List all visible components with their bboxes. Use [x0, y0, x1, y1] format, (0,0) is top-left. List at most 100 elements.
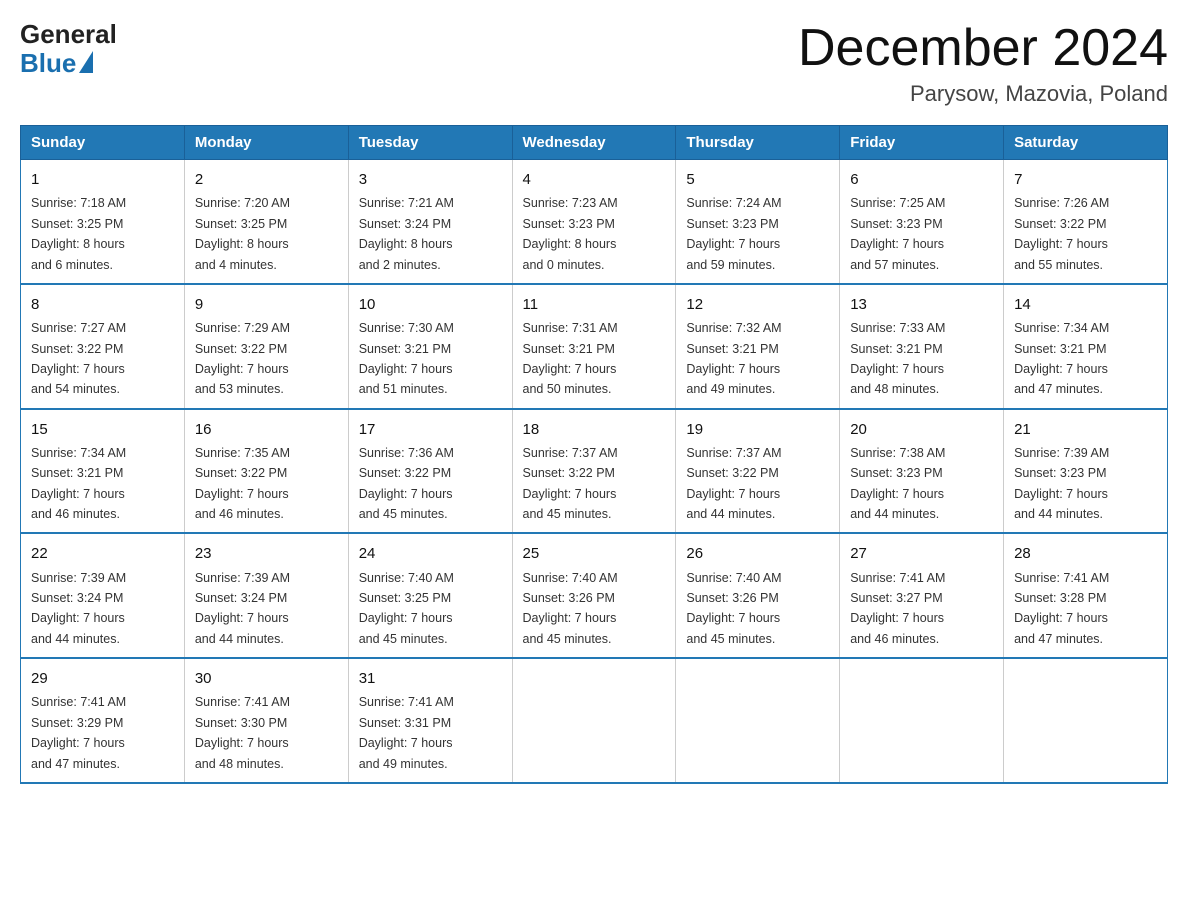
- day-number: 7: [1014, 168, 1157, 191]
- calendar-cell: 12 Sunrise: 7:32 AMSunset: 3:21 PMDayligh…: [676, 284, 840, 409]
- day-info: Sunrise: 7:24 AMSunset: 3:23 PMDaylight:…: [686, 196, 781, 271]
- calendar-cell: 24Sunrise: 7:40 AMSunset: 3:25 PMDayligh…: [348, 533, 512, 658]
- day-number: 5: [686, 168, 829, 191]
- weekday-header-friday: Friday: [840, 126, 1004, 160]
- calendar-cell: [512, 658, 676, 783]
- day-number: 26: [686, 542, 829, 565]
- calendar-cell: 25Sunrise: 7:40 AMSunset: 3:26 PMDayligh…: [512, 533, 676, 658]
- day-number: 17: [359, 418, 502, 441]
- day-info: Sunrise: 7:41 AMSunset: 3:30 PMDaylight:…: [195, 695, 290, 770]
- day-number: 4: [523, 168, 666, 191]
- day-number: 27: [850, 542, 993, 565]
- calendar-cell: 14 Sunrise: 7:34 AMSunset: 3:21 PMDayligh…: [1004, 284, 1168, 409]
- day-number: 6: [850, 168, 993, 191]
- calendar-cell: 8 Sunrise: 7:27 AMSunset: 3:22 PMDaylight…: [21, 284, 185, 409]
- calendar-cell: 28Sunrise: 7:41 AMSunset: 3:28 PMDayligh…: [1004, 533, 1168, 658]
- day-info: Sunrise: 7:41 AMSunset: 3:31 PMDaylight:…: [359, 695, 454, 770]
- day-number: 25: [523, 542, 666, 565]
- day-info: Sunrise: 7:25 AMSunset: 3:23 PMDaylight:…: [850, 196, 945, 271]
- day-number: 29: [31, 667, 174, 690]
- calendar-cell: 21 Sunrise: 7:39 AMSunset: 3:23 PMDayligh…: [1004, 409, 1168, 534]
- calendar-cell: 11 Sunrise: 7:31 AMSunset: 3:21 PMDayligh…: [512, 284, 676, 409]
- day-info: Sunrise: 7:26 AMSunset: 3:22 PMDaylight:…: [1014, 196, 1109, 271]
- logo-general: General: [20, 20, 117, 49]
- logo: General Blue: [20, 20, 117, 77]
- day-info: Sunrise: 7:41 AMSunset: 3:28 PMDaylight:…: [1014, 571, 1109, 646]
- week-row-4: 22 Sunrise: 7:39 AMSunset: 3:24 PMDayligh…: [21, 533, 1168, 658]
- day-number: 21: [1014, 418, 1157, 441]
- week-row-3: 15Sunrise: 7:34 AMSunset: 3:21 PMDayligh…: [21, 409, 1168, 534]
- weekday-header-sunday: Sunday: [21, 126, 185, 160]
- calendar-cell: 16 Sunrise: 7:35 AMSunset: 3:22 PMDayligh…: [184, 409, 348, 534]
- title-block: December 2024 Parysow, Mazovia, Poland: [798, 20, 1168, 107]
- day-info: Sunrise: 7:41 AMSunset: 3:27 PMDaylight:…: [850, 571, 945, 646]
- day-number: 3: [359, 168, 502, 191]
- calendar-cell: 20Sunrise: 7:38 AMSunset: 3:23 PMDayligh…: [840, 409, 1004, 534]
- weekday-header-thursday: Thursday: [676, 126, 840, 160]
- calendar-cell: [840, 658, 1004, 783]
- day-number: 10: [359, 293, 502, 316]
- day-info: Sunrise: 7:27 AMSunset: 3:22 PMDaylight:…: [31, 321, 126, 396]
- weekday-header-monday: Monday: [184, 126, 348, 160]
- calendar-cell: 22 Sunrise: 7:39 AMSunset: 3:24 PMDayligh…: [21, 533, 185, 658]
- day-info: Sunrise: 7:34 AMSunset: 3:21 PMDaylight:…: [1014, 321, 1109, 396]
- day-info: Sunrise: 7:20 AMSunset: 3:25 PMDaylight:…: [195, 196, 290, 271]
- calendar-cell: 2 Sunrise: 7:20 AMSunset: 3:25 PMDaylight…: [184, 160, 348, 284]
- day-info: Sunrise: 7:39 AMSunset: 3:24 PMDaylight:…: [31, 571, 126, 646]
- day-info: Sunrise: 7:23 AMSunset: 3:23 PMDaylight:…: [523, 196, 618, 271]
- day-info: Sunrise: 7:30 AMSunset: 3:21 PMDaylight:…: [359, 321, 454, 396]
- logo-blue: Blue: [20, 49, 76, 78]
- day-number: 13: [850, 293, 993, 316]
- calendar-cell: 10 Sunrise: 7:30 AMSunset: 3:21 PMDayligh…: [348, 284, 512, 409]
- day-info: Sunrise: 7:40 AMSunset: 3:26 PMDaylight:…: [686, 571, 781, 646]
- weekday-header-row: SundayMondayTuesdayWednesdayThursdayFrid…: [21, 126, 1168, 160]
- calendar-cell: 26 Sunrise: 7:40 AMSunset: 3:26 PMDayligh…: [676, 533, 840, 658]
- day-info: Sunrise: 7:41 AMSunset: 3:29 PMDaylight:…: [31, 695, 126, 770]
- day-number: 16: [195, 418, 338, 441]
- calendar-cell: 13 Sunrise: 7:33 AMSunset: 3:21 PMDayligh…: [840, 284, 1004, 409]
- day-number: 8: [31, 293, 174, 316]
- day-number: 12: [686, 293, 829, 316]
- day-info: Sunrise: 7:31 AMSunset: 3:21 PMDaylight:…: [523, 321, 618, 396]
- day-info: Sunrise: 7:29 AMSunset: 3:22 PMDaylight:…: [195, 321, 290, 396]
- calendar-cell: 7 Sunrise: 7:26 AMSunset: 3:22 PMDaylight…: [1004, 160, 1168, 284]
- calendar-cell: 23 Sunrise: 7:39 AMSunset: 3:24 PMDayligh…: [184, 533, 348, 658]
- day-info: Sunrise: 7:37 AMSunset: 3:22 PMDaylight:…: [686, 446, 781, 521]
- weekday-header-tuesday: Tuesday: [348, 126, 512, 160]
- day-info: Sunrise: 7:35 AMSunset: 3:22 PMDaylight:…: [195, 446, 290, 521]
- calendar-table: SundayMondayTuesdayWednesdayThursdayFrid…: [20, 125, 1168, 784]
- calendar-cell: 30 Sunrise: 7:41 AMSunset: 3:30 PMDayligh…: [184, 658, 348, 783]
- calendar-cell: 4 Sunrise: 7:23 AMSunset: 3:23 PMDaylight…: [512, 160, 676, 284]
- day-number: 14: [1014, 293, 1157, 316]
- day-number: 23: [195, 542, 338, 565]
- day-number: 22: [31, 542, 174, 565]
- day-info: Sunrise: 7:21 AMSunset: 3:24 PMDaylight:…: [359, 196, 454, 271]
- day-number: 30: [195, 667, 338, 690]
- calendar-cell: 29 Sunrise: 7:41 AMSunset: 3:29 PMDayligh…: [21, 658, 185, 783]
- calendar-cell: 19 Sunrise: 7:37 AMSunset: 3:22 PMDayligh…: [676, 409, 840, 534]
- calendar-cell: 6 Sunrise: 7:25 AMSunset: 3:23 PMDaylight…: [840, 160, 1004, 284]
- logo-triangle-icon: [79, 51, 93, 73]
- calendar-cell: [1004, 658, 1168, 783]
- calendar-cell: 15Sunrise: 7:34 AMSunset: 3:21 PMDayligh…: [21, 409, 185, 534]
- day-info: Sunrise: 7:39 AMSunset: 3:23 PMDaylight:…: [1014, 446, 1109, 521]
- day-info: Sunrise: 7:32 AMSunset: 3:21 PMDaylight:…: [686, 321, 781, 396]
- day-number: 15: [31, 418, 174, 441]
- day-number: 2: [195, 168, 338, 191]
- weekday-header-saturday: Saturday: [1004, 126, 1168, 160]
- day-number: 31: [359, 667, 502, 690]
- day-number: 18: [523, 418, 666, 441]
- day-info: Sunrise: 7:38 AMSunset: 3:23 PMDaylight:…: [850, 446, 945, 521]
- calendar-cell: [676, 658, 840, 783]
- calendar-cell: 5 Sunrise: 7:24 AMSunset: 3:23 PMDaylight…: [676, 160, 840, 284]
- day-number: 19: [686, 418, 829, 441]
- week-row-5: 29 Sunrise: 7:41 AMSunset: 3:29 PMDayligh…: [21, 658, 1168, 783]
- day-number: 1: [31, 168, 174, 191]
- calendar-cell: 3 Sunrise: 7:21 AMSunset: 3:24 PMDaylight…: [348, 160, 512, 284]
- day-info: Sunrise: 7:39 AMSunset: 3:24 PMDaylight:…: [195, 571, 290, 646]
- week-row-2: 8 Sunrise: 7:27 AMSunset: 3:22 PMDaylight…: [21, 284, 1168, 409]
- day-number: 11: [523, 293, 666, 316]
- day-info: Sunrise: 7:18 AMSunset: 3:25 PMDaylight:…: [31, 196, 126, 271]
- day-info: Sunrise: 7:37 AMSunset: 3:22 PMDaylight:…: [523, 446, 618, 521]
- day-info: Sunrise: 7:33 AMSunset: 3:21 PMDaylight:…: [850, 321, 945, 396]
